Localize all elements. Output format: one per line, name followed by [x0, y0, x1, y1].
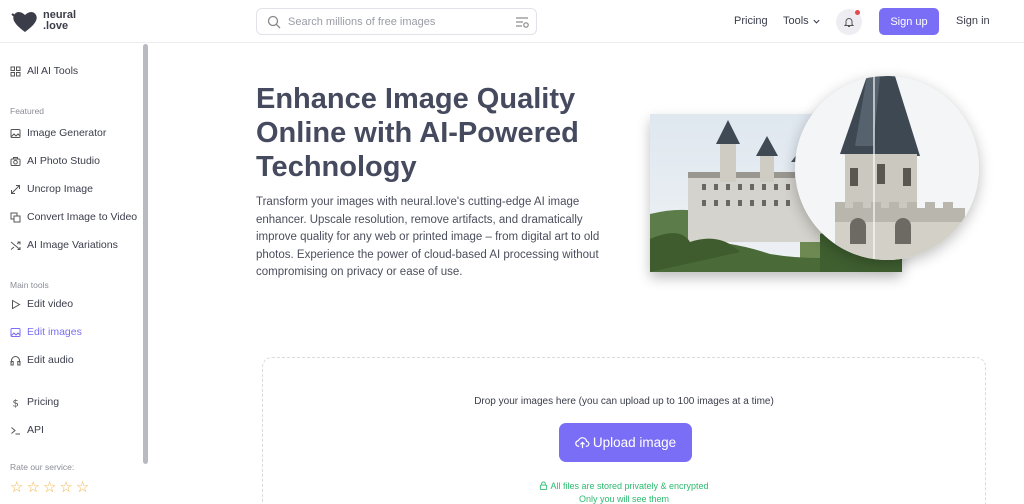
bell-icon — [843, 18, 855, 27]
sidebar-scrollbar[interactable] — [143, 44, 148, 464]
rating-stars[interactable]: ☆ ☆ ☆ ☆ ☆ — [10, 480, 92, 495]
nav-pricing-link[interactable]: Pricing — [734, 15, 768, 27]
sidebar-item-edit-audio[interactable]: Edit audio — [10, 354, 74, 366]
sidebar-item-uncrop-image[interactable]: Uncrop Image — [10, 183, 93, 195]
sidebar-item-edit-video[interactable]: Edit video — [10, 298, 73, 310]
hero-title-line-3: Technology — [256, 151, 417, 183]
sidebar-item-label: All AI Tools — [27, 65, 79, 77]
sidebar-item-ai-image-variations[interactable]: AI Image Variations — [10, 239, 118, 251]
star-icon[interactable]: ☆ — [10, 480, 23, 495]
top-header: neural .love Pricing Tools Sign up Sign … — [0, 0, 1024, 43]
terminal-icon — [11, 426, 20, 434]
hero-title: Enhance Image Quality Online with AI-Pow… — [256, 82, 626, 184]
image-video-icon — [10, 212, 21, 222]
upload-hint: Drop your images here (you can upload up… — [474, 396, 774, 407]
search-input[interactable] — [288, 15, 508, 28]
sidebar-item-all-ai-tools[interactable]: All AI Tools — [10, 65, 78, 77]
privacy-note: All files are stored privately & encrypt… — [263, 480, 985, 504]
shuffle-icon — [10, 241, 21, 250]
privacy-line-2: Only you will see them — [578, 494, 670, 504]
sign-up-button[interactable]: Sign up — [879, 8, 939, 35]
sidebar-section-featured: Featured — [10, 106, 45, 116]
image-icon — [10, 327, 21, 337]
sidebar-item-label: API — [27, 424, 44, 436]
sign-in-link[interactable]: Sign in — [956, 15, 990, 27]
sidebar-item-label: Pricing — [27, 396, 60, 408]
brand-name: neural .love — [43, 10, 76, 32]
sidebar-item-label: Uncrop Image — [27, 183, 93, 195]
grid-icon — [10, 66, 21, 76]
filter-settings-icon[interactable] — [515, 15, 529, 29]
sidebar-item-pricing[interactable]: $ Pricing — [10, 396, 60, 408]
brand-line-2: .love — [43, 20, 69, 32]
sidebar-item-label: Image Generator — [27, 127, 107, 139]
sidebar-section-main-tools: Main tools — [10, 280, 49, 290]
star-icon[interactable]: ☆ — [76, 480, 89, 495]
sidebar-item-label: Edit images — [27, 326, 82, 338]
upload-button-label: Upload image — [592, 435, 677, 450]
sidebar-item-label: AI Photo Studio — [27, 155, 100, 167]
cloud-upload-icon — [575, 437, 590, 449]
magnified-tower-view — [795, 76, 979, 260]
svg-text:$: $ — [13, 398, 19, 408]
sidebar-item-label: Convert Image to Video — [27, 211, 138, 223]
image-icon — [10, 128, 21, 138]
chevron-down-icon — [813, 19, 820, 24]
sidebar-item-label: Edit audio — [27, 354, 74, 366]
sidebar-item-edit-images[interactable]: Edit images — [10, 326, 82, 338]
headphones-icon — [10, 355, 21, 365]
notification-dot — [855, 10, 860, 15]
search-bar — [256, 8, 537, 35]
rate-service-label: Rate our service: — [10, 462, 75, 472]
sidebar-item-ai-photo-studio[interactable]: AI Photo Studio — [10, 155, 100, 167]
dollar-icon: $ — [13, 398, 19, 408]
sidebar-item-label: Edit video — [27, 298, 74, 310]
logo[interactable]: neural .love — [10, 8, 76, 34]
nav-tools-dropdown[interactable]: Tools — [783, 15, 821, 27]
upload-dropzone[interactable]: Drop your images here (you can upload up… — [262, 357, 986, 504]
play-icon — [12, 299, 21, 309]
expand-icon — [11, 184, 20, 194]
privacy-line-1: All files are stored privately & encrypt… — [550, 481, 709, 491]
star-icon[interactable]: ☆ — [43, 480, 56, 495]
sidebar-item-api[interactable]: API — [10, 424, 44, 436]
camera-icon — [10, 156, 21, 166]
upload-image-button[interactable]: Upload image — [559, 423, 692, 462]
sidebar-item-image-generator[interactable]: Image Generator — [10, 127, 106, 139]
star-icon[interactable]: ☆ — [59, 480, 72, 495]
lock-icon — [540, 481, 548, 490]
hero-title-line-2: Online with AI-Powered — [256, 117, 579, 149]
star-icon[interactable]: ☆ — [26, 480, 39, 495]
nav-tools-label: Tools — [783, 15, 809, 27]
hero-title-line-1: Enhance Image Quality — [256, 83, 576, 115]
hero-description: Transform your images with neural.love's… — [256, 196, 600, 278]
sidebar-item-label: AI Image Variations — [27, 239, 118, 251]
notifications-button[interactable] — [836, 9, 862, 35]
heart-logo-icon — [11, 12, 37, 32]
sidebar-item-convert-image-to-video[interactable]: Convert Image to Video — [10, 211, 137, 223]
search-icon — [267, 15, 281, 28]
